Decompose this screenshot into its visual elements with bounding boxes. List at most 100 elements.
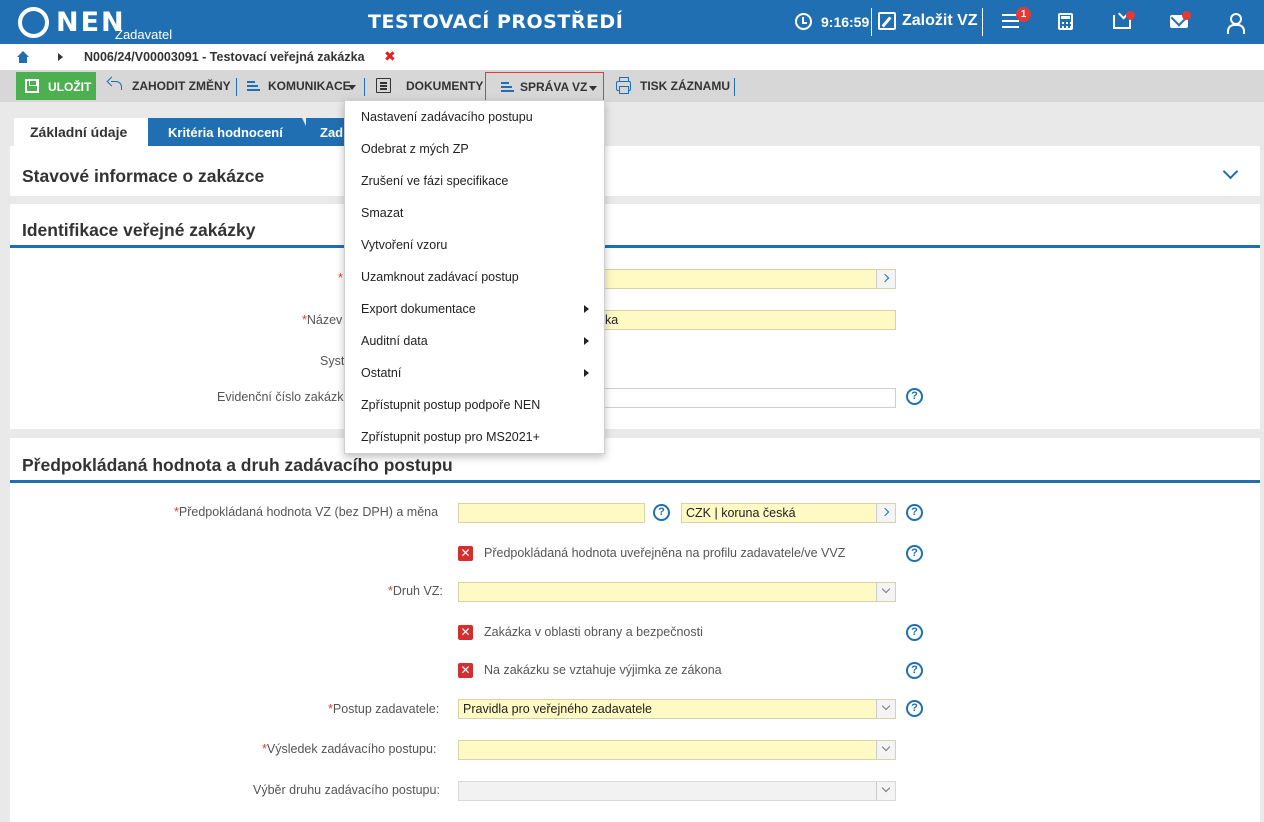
communication-button[interactable]: KOMUNIKACE bbox=[246, 74, 360, 98]
print-record-button[interactable]: TISK ZÁZNAMU bbox=[616, 74, 730, 98]
published-label: Předpokládaná hodnota uveřejněna na prof… bbox=[484, 546, 846, 560]
defense-label: Zakázka v oblasti obrany a bezpečnosti bbox=[484, 625, 703, 639]
tab-label: Základní údaje bbox=[30, 124, 128, 140]
procedure-label-text: Postup zadavatele: bbox=[332, 702, 440, 716]
est-value-field[interactable] bbox=[458, 503, 645, 523]
est-value-label-text: Předpokládaná hodnota VZ (bez DPH) a měn… bbox=[178, 505, 439, 519]
help-icon[interactable]: ? bbox=[906, 624, 923, 641]
published-checkbox[interactable]: ✕ bbox=[458, 546, 473, 561]
menu-item-export-docs[interactable]: Export dokumentace bbox=[345, 293, 604, 325]
evid-number-field[interactable] bbox=[600, 388, 896, 408]
help-icon[interactable]: ? bbox=[906, 388, 923, 405]
section-rule bbox=[10, 245, 1260, 248]
save-label: ULOŽIT bbox=[48, 80, 92, 94]
identification-section: Identifikace veřejné zakázky * *Název ka… bbox=[10, 204, 1260, 429]
help-icon[interactable]: ? bbox=[906, 662, 923, 679]
menu-item-audit-data[interactable]: Auditní data bbox=[345, 325, 604, 357]
help-icon[interactable]: ? bbox=[906, 700, 923, 717]
tab-next[interactable]: Zad bbox=[306, 118, 360, 146]
type-label-text: Druh VZ: bbox=[392, 584, 443, 598]
toolbar: ULOŽIT ZAHODIT ZMĚNY KOMUNIKACE DOKUMENT… bbox=[0, 70, 1264, 102]
menu-item-label: Nastavení zadávacího postupu bbox=[361, 110, 533, 124]
type-label: *Druh VZ: bbox=[388, 584, 443, 598]
chevron-down-icon[interactable] bbox=[876, 700, 895, 718]
tab-bar: Základní údaje Kritéria hodnocení Zad bbox=[0, 102, 1264, 146]
documents-button[interactable]: DOKUMENTY bbox=[376, 74, 484, 98]
toolbar-divider bbox=[734, 78, 735, 96]
discard-changes-button[interactable]: ZAHODIT ZMĚNY bbox=[108, 74, 231, 98]
result-select[interactable] bbox=[458, 740, 896, 760]
menu-item-lock-procedure[interactable]: Uzamknout zadávací postup bbox=[345, 261, 604, 293]
menu-item-share-support[interactable]: Zpřístupnit postup podpoře NEN bbox=[345, 389, 604, 421]
save-button[interactable]: ULOŽIT bbox=[16, 72, 96, 100]
name-field[interactable]: ka bbox=[600, 310, 896, 330]
manage-label: SPRÁVA VZ bbox=[520, 80, 588, 94]
menu-item-label: Smazat bbox=[361, 206, 404, 220]
menu-item-create-template[interactable]: Vytvoření vzoru bbox=[345, 229, 604, 261]
print-label: TISK ZÁZNAMU bbox=[640, 79, 730, 93]
tab-label: Zad bbox=[320, 125, 344, 140]
breadcrumb-title[interactable]: N006/24/V00003091 - Testovací veřejná za… bbox=[84, 50, 365, 64]
help-icon[interactable]: ? bbox=[906, 504, 923, 521]
menu-item-delete[interactable]: Smazat bbox=[345, 197, 604, 229]
procedure-value: Pravidla pro veřejného zadavatele bbox=[463, 702, 653, 716]
menu-item-share-ms2021[interactable]: Zpřístupnit postup pro MS2021+ bbox=[345, 421, 604, 453]
environment-title: TESTOVACÍ PROSTŘEDÍ bbox=[368, 11, 624, 33]
chevron-right-icon[interactable] bbox=[876, 270, 895, 288]
chevron-down-icon[interactable] bbox=[876, 741, 895, 759]
menu-item-label: Zrušení ve fázi specifikace bbox=[361, 174, 509, 188]
menu-item-label: Zpřístupnit postup podpoře NEN bbox=[361, 398, 541, 412]
result-label-text: Výsledek zadávacího postupu: bbox=[266, 742, 437, 756]
section-rule bbox=[10, 480, 1260, 483]
name-label-text: Název bbox=[306, 313, 343, 327]
manage-vz-button[interactable]: SPRÁVA VZ bbox=[485, 72, 604, 101]
documents-label: DOKUMENTY bbox=[406, 79, 484, 93]
code-field[interactable] bbox=[600, 269, 896, 289]
menu-item-procedure-settings[interactable]: Nastavení zadávacího postupu bbox=[345, 101, 604, 133]
tab-evaluation-criteria[interactable]: Kritéria hodnocení bbox=[148, 118, 316, 146]
toolbar-divider bbox=[236, 78, 237, 96]
menu-item-label: Zpřístupnit postup pro MS2021+ bbox=[361, 430, 540, 444]
menu-item-other[interactable]: Ostatní bbox=[345, 357, 604, 389]
help-icon[interactable]: ? bbox=[906, 545, 923, 562]
result-label: *Výsledek zadávacího postupu: bbox=[262, 742, 437, 756]
currency-field[interactable]: CZK | koruna česká bbox=[681, 503, 896, 523]
header-divider bbox=[871, 8, 872, 36]
procedure-label: *Postup zadavatele: bbox=[328, 702, 440, 716]
mail-alert-dot bbox=[1182, 11, 1191, 20]
close-icon[interactable]: ✖ bbox=[384, 48, 396, 65]
tab-basic-info[interactable]: Základní údaje bbox=[14, 118, 154, 146]
clock-time: 9:16:59 bbox=[821, 14, 870, 30]
chevron-down-icon[interactable] bbox=[876, 583, 895, 601]
defense-checkbox[interactable]: ✕ bbox=[458, 625, 473, 640]
section-title: Identifikace veřejné zakázky bbox=[22, 220, 256, 240]
caret-down-icon bbox=[589, 86, 597, 91]
menu-item-label: Odebrat z mých ZP bbox=[361, 142, 469, 156]
menu-item-remove-from-mine[interactable]: Odebrat z mých ZP bbox=[345, 133, 604, 165]
help-icon[interactable]: ? bbox=[653, 504, 670, 521]
edit-icon bbox=[878, 12, 896, 30]
home-icon[interactable] bbox=[17, 51, 29, 63]
user-icon[interactable] bbox=[1227, 13, 1245, 34]
calculator-icon[interactable] bbox=[1058, 13, 1073, 30]
menu-item-cancel-in-spec[interactable]: Zrušení ve fázi specifikace bbox=[345, 165, 604, 197]
menu-item-label: Ostatní bbox=[361, 366, 402, 380]
system-label: Syst bbox=[320, 354, 345, 368]
type-select[interactable] bbox=[458, 582, 896, 602]
chevron-right-icon[interactable] bbox=[876, 504, 895, 522]
manage-icon bbox=[500, 79, 515, 94]
evid-number-label: Evidenční číslo zakázk bbox=[217, 390, 344, 404]
procedure-select[interactable]: Pravidla pro veřejného zadavatele bbox=[458, 699, 896, 719]
status-section: Stavové informace o zakázce bbox=[10, 146, 1260, 196]
submenu-arrow-icon bbox=[584, 369, 589, 377]
menu-item-label: Vytvoření vzoru bbox=[361, 238, 448, 252]
logo-circle-icon bbox=[18, 7, 49, 38]
choice-label: Výběr druhu zadávacího postupu: bbox=[253, 783, 440, 797]
discard-label: ZAHODIT ZMĚNY bbox=[132, 79, 231, 93]
exception-checkbox[interactable]: ✕ bbox=[458, 663, 473, 678]
required-marker: * bbox=[338, 271, 343, 285]
undo-icon bbox=[108, 78, 123, 93]
chevron-down-icon[interactable] bbox=[1222, 163, 1239, 180]
submenu-arrow-icon bbox=[584, 337, 589, 345]
save-icon bbox=[25, 79, 39, 93]
